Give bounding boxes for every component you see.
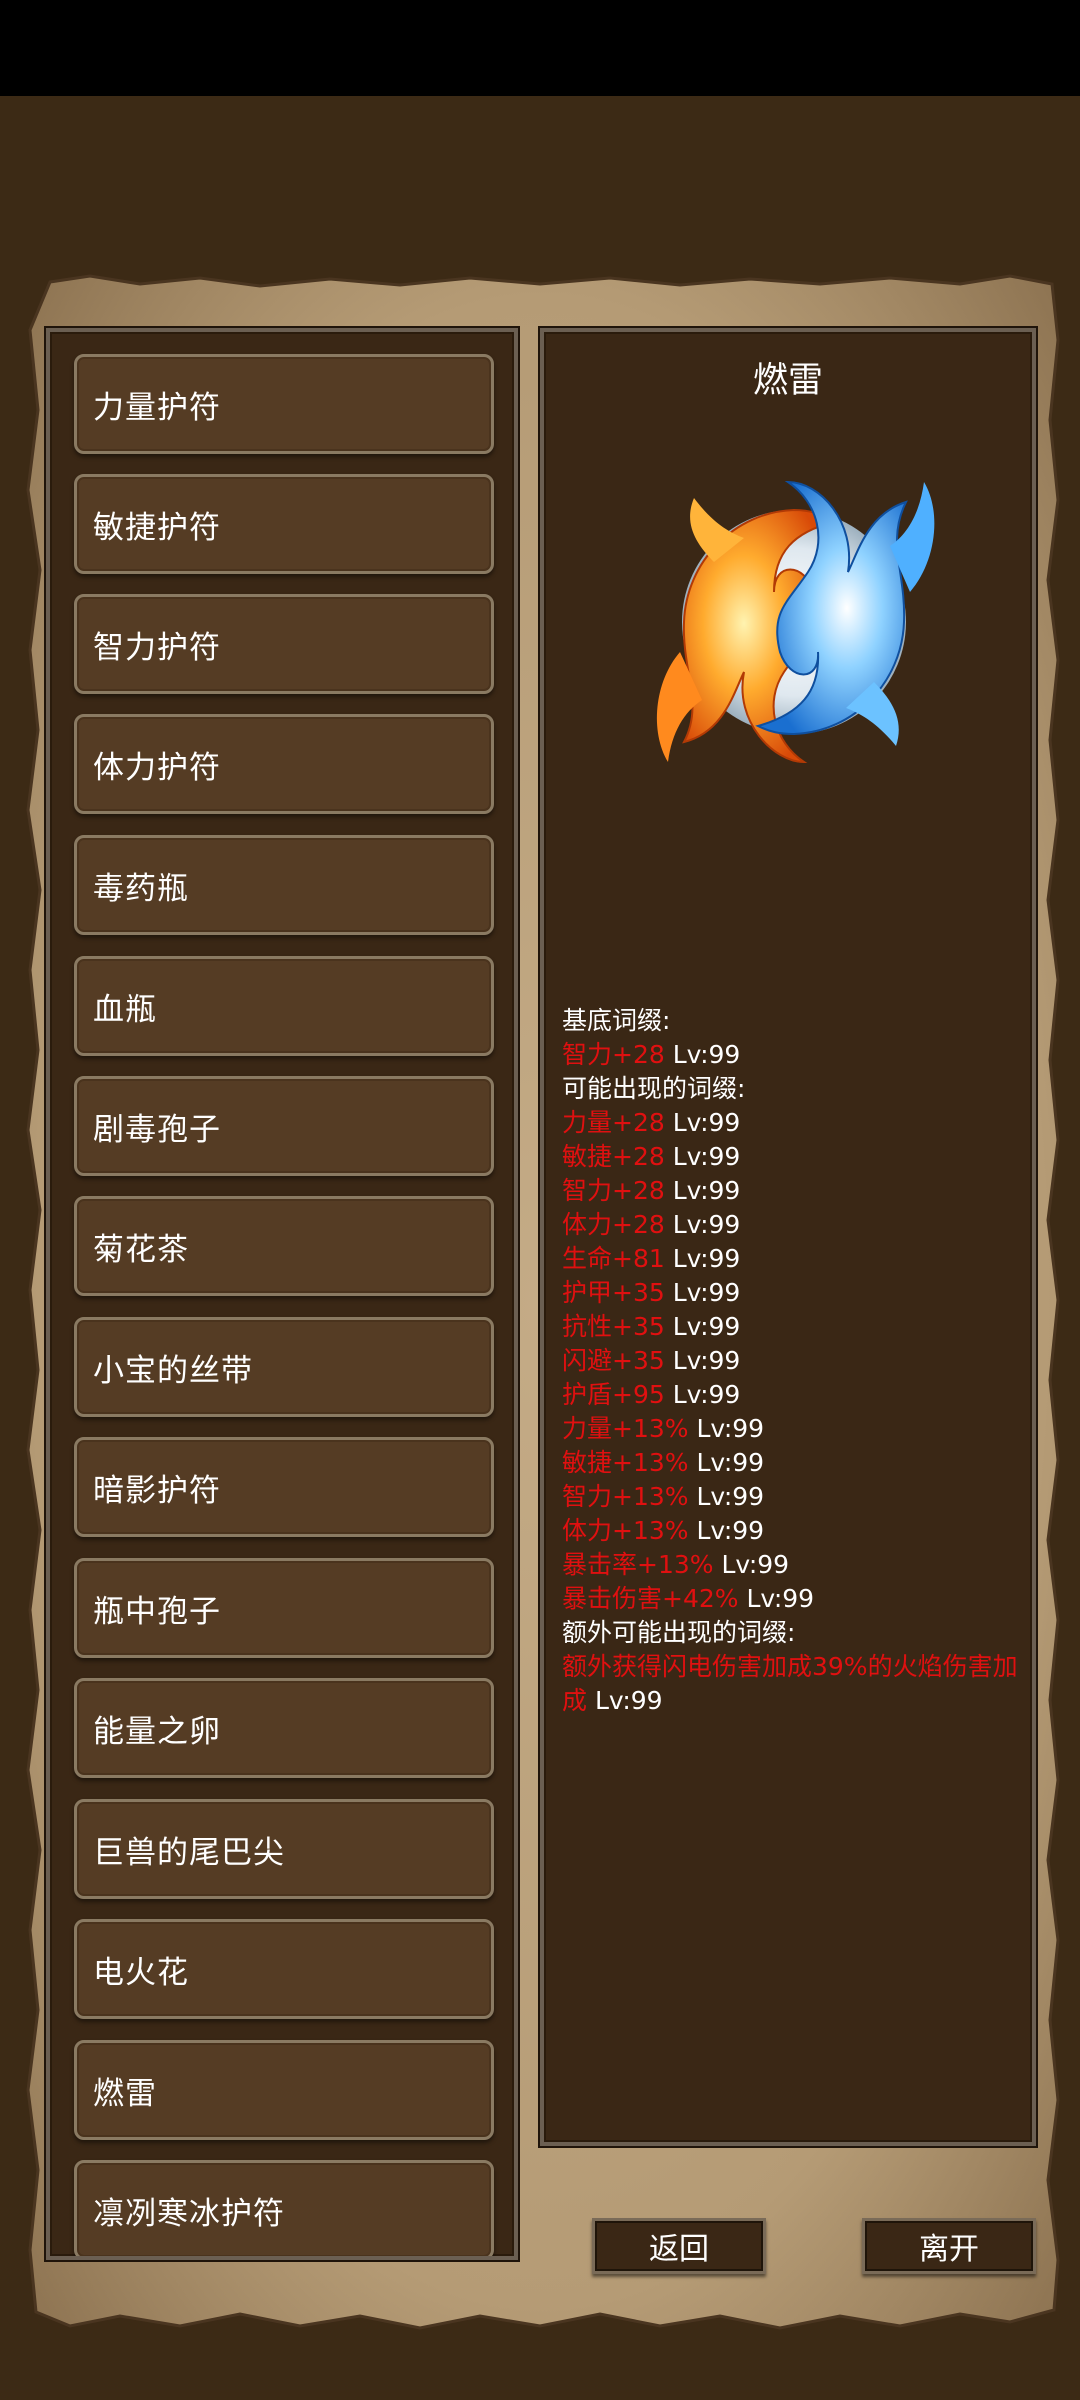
list-item-label: 电火花 [93, 1954, 189, 1991]
affix-stat: 敏捷+28 [562, 1142, 665, 1171]
affix-stat: 力量+28 [562, 1108, 665, 1137]
affix-stat: 闪避+35 [562, 1346, 665, 1375]
affix-line: 护盾+95 Lv:99 [562, 1378, 1022, 1412]
list-item[interactable]: 电火花 [74, 1919, 494, 2019]
affix-line: 力量+13% Lv:99 [562, 1412, 1022, 1446]
affix-level: Lv:99 [672, 1380, 741, 1409]
affix-stat: 智力+28 [562, 1040, 665, 1069]
affix-line: 智力+28 Lv:99 [562, 1038, 1022, 1072]
affix-line: 敏捷+28 Lv:99 [562, 1140, 1022, 1174]
list-item[interactable]: 凛冽寒冰护符 [74, 2160, 494, 2256]
affix-level: Lv:99 [672, 1040, 741, 1069]
list-item-label: 智力护符 [93, 629, 221, 666]
list-item-label: 力量护符 [93, 389, 221, 426]
list-item[interactable]: 能量之卵 [74, 1678, 494, 1778]
leave-button[interactable]: 离开 [862, 2218, 1036, 2274]
affix-level: Lv:99 [746, 1584, 815, 1613]
list-item-selected[interactable]: 燃雷 [74, 2040, 494, 2140]
affix-line: 体力+28 Lv:99 [562, 1208, 1022, 1242]
list-item[interactable]: 毒药瓶 [74, 835, 494, 935]
affix-line: 暴击率+13% Lv:99 [562, 1548, 1022, 1582]
list-item[interactable]: 巨兽的尾巴尖 [74, 1799, 494, 1899]
affix-line: 暴击伤害+42% Lv:99 [562, 1582, 1022, 1616]
affix-level: Lv:99 [672, 1278, 741, 1307]
list-item-label: 燃雷 [93, 2075, 157, 2112]
list-item-label: 毒药瓶 [93, 870, 189, 907]
list-item-label: 敏捷护符 [93, 509, 221, 546]
affix-line: 生命+81 Lv:99 [562, 1242, 1022, 1276]
item-list[interactable]: 力量护符 敏捷护符 智力护符 体力护符 毒药瓶 血瓶 剧毒孢子 菊花茶 小宝的丝… [50, 332, 514, 2256]
affix-stat: 抗性+35 [562, 1312, 665, 1341]
affix-stat: 敏捷+13% [562, 1448, 689, 1477]
list-item[interactable]: 菊花茶 [74, 1196, 494, 1296]
affix-line: 智力+28 Lv:99 [562, 1174, 1022, 1208]
list-item[interactable]: 瓶中孢子 [74, 1558, 494, 1658]
affix-level: Lv:99 [696, 1516, 765, 1545]
affix-level: Lv:99 [672, 1312, 741, 1341]
affix-stat: 护盾+95 [562, 1380, 665, 1409]
list-item[interactable]: 力量护符 [74, 354, 494, 454]
affix-level: Lv:99 [696, 1482, 765, 1511]
list-item-label: 暗影护符 [93, 1472, 221, 1509]
list-item-label: 凛冽寒冰护符 [93, 2195, 285, 2232]
item-list-panel[interactable]: 力量护符 敏捷护符 智力护符 体力护符 毒药瓶 血瓶 剧毒孢子 菊花茶 小宝的丝… [46, 328, 518, 2260]
affix-stat: 暴击率+13% [562, 1550, 714, 1579]
list-item-label: 菊花茶 [93, 1231, 189, 1268]
affix-level: Lv:99 [672, 1210, 741, 1239]
possible-affix-header: 可能出现的词缀: [562, 1074, 746, 1103]
affix-line: 抗性+35 Lv:99 [562, 1310, 1022, 1344]
list-item[interactable]: 体力护符 [74, 714, 494, 814]
item-title: 燃雷 [752, 361, 823, 401]
list-item[interactable]: 血瓶 [74, 956, 494, 1056]
affix-list: 基底词缀: 智力+28 Lv:99 可能出现的词缀: 力量+28 Lv:99 敏… [562, 1004, 1022, 1718]
affix-level: Lv:99 [672, 1142, 741, 1171]
list-item[interactable]: 暗影护符 [74, 1437, 494, 1537]
list-item-label: 血瓶 [93, 991, 157, 1028]
back-button[interactable]: 返回 [592, 2218, 766, 2274]
list-item-label: 体力护符 [93, 749, 221, 786]
list-item[interactable]: 敏捷护符 [74, 474, 494, 574]
affix-level: Lv:99 [721, 1550, 790, 1579]
list-item[interactable]: 智力护符 [74, 594, 494, 694]
affix-level: Lv:99 [594, 1686, 663, 1715]
affix-level: Lv:99 [672, 1108, 741, 1137]
affix-stat: 体力+13% [562, 1516, 689, 1545]
affix-line: 力量+28 Lv:99 [562, 1106, 1022, 1140]
fire-ice-yin-yang-icon [656, 480, 935, 764]
affix-level: Lv:99 [672, 1244, 741, 1273]
list-item-label: 瓶中孢子 [93, 1593, 221, 1630]
affix-level: Lv:99 [672, 1176, 741, 1205]
affix-stat: 智力+13% [562, 1482, 689, 1511]
affix-line: 护甲+35 Lv:99 [562, 1276, 1022, 1310]
affix-stat: 体力+28 [562, 1210, 665, 1239]
affix-line: 额外获得闪电伤害加成39%的火焰伤害加成 Lv:99 [562, 1650, 1022, 1718]
list-item[interactable]: 剧毒孢子 [74, 1076, 494, 1176]
base-affix-header: 基底词缀: [562, 1006, 671, 1035]
item-detail-panel: 燃雷 基底词缀: 智力+28 Lv:99 可能出现的词缀: 力量+28 Lv:9… [540, 328, 1036, 2146]
affix-stat: 智力+28 [562, 1176, 665, 1205]
affix-level: Lv:99 [696, 1414, 765, 1443]
affix-stat: 生命+81 [562, 1244, 665, 1273]
affix-line: 闪避+35 Lv:99 [562, 1344, 1022, 1378]
affix-level: Lv:99 [672, 1346, 741, 1375]
list-item-label: 小宝的丝带 [93, 1352, 253, 1389]
affix-level: Lv:99 [696, 1448, 765, 1477]
extra-affix-header: 额外可能出现的词缀: [562, 1618, 796, 1647]
affix-line: 体力+13% Lv:99 [562, 1514, 1022, 1548]
list-item-label: 剧毒孢子 [93, 1111, 221, 1148]
affix-stat: 力量+13% [562, 1414, 689, 1443]
affix-line: 智力+13% Lv:99 [562, 1480, 1022, 1514]
list-item-label: 巨兽的尾巴尖 [93, 1834, 285, 1871]
affix-stat: 暴击伤害+42% [562, 1584, 739, 1613]
list-item[interactable]: 小宝的丝带 [74, 1317, 494, 1417]
affix-stat: 护甲+35 [562, 1278, 665, 1307]
affix-line: 敏捷+13% Lv:99 [562, 1446, 1022, 1480]
list-item-label: 能量之卵 [93, 1713, 221, 1750]
